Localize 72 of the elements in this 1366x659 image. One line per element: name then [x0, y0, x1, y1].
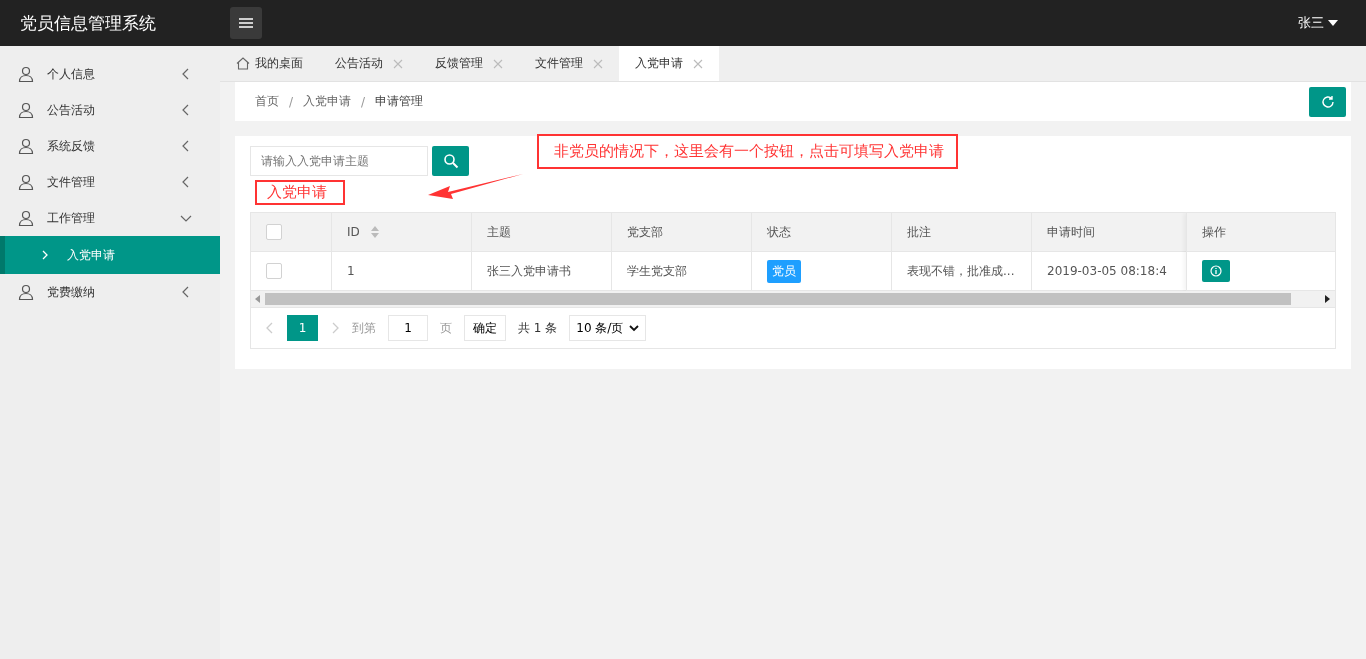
column-header: ID — [347, 225, 360, 239]
total-count: 共 1 条 — [518, 319, 558, 337]
sidebar-item[interactable]: 个人信息 — [0, 56, 220, 92]
table-cell: 2019-03-05 08:18:4 — [1047, 264, 1167, 278]
confirm-button[interactable]: 确定 — [464, 315, 506, 341]
prev-page-icon[interactable] — [265, 322, 275, 334]
close-icon[interactable] — [393, 58, 403, 69]
column-header: 党支部 — [627, 223, 663, 241]
search-icon — [442, 153, 459, 169]
table-cell: 张三入党申请书 — [487, 262, 571, 280]
goto-label: 到第 — [352, 319, 376, 337]
search-field[interactable]: 请输入入党申请主题 — [250, 146, 428, 176]
page-input[interactable]: 1 — [388, 315, 428, 341]
app-title: 党员信息管理系统 — [19, 11, 157, 35]
status-tag: 党员 — [767, 259, 801, 283]
annotation-label: 入党申请 — [255, 179, 345, 205]
user-menu[interactable]: 张三 — [1292, 13, 1344, 33]
scroll-left-icon[interactable] — [255, 295, 261, 303]
column-header: 状态 — [767, 223, 791, 241]
caret-icon — [1328, 20, 1338, 26]
breadcrumb-link[interactable]: 首页 — [255, 93, 279, 110]
close-icon[interactable] — [493, 58, 503, 69]
close-icon[interactable] — [593, 58, 603, 69]
sidebar-subitem[interactable]: 入党申请 — [0, 236, 220, 274]
sidebar-item[interactable]: 系统反馈 — [0, 128, 220, 164]
sidebar-item[interactable]: 公告活动 — [0, 92, 220, 128]
page-size-select[interactable]: 10 条/页 — [569, 315, 647, 341]
tab[interactable]: 我的桌面 — [220, 46, 319, 81]
checkbox[interactable] — [266, 224, 282, 240]
refresh-button[interactable] — [1309, 86, 1346, 117]
user-icon — [18, 138, 34, 154]
breadcrumb-separator: / — [289, 94, 294, 109]
user-icon — [18, 210, 34, 226]
search-button[interactable] — [432, 146, 469, 176]
details-button[interactable] — [1202, 260, 1230, 282]
menu-icon — [239, 18, 253, 28]
close-icon[interactable] — [693, 58, 703, 69]
table-cell: 表现不错，批准成... — [907, 262, 1015, 280]
user-icon — [18, 66, 34, 82]
annotation-note: 非党员的情况下，这里会有一个按钮，点击可填写入党申请 — [537, 134, 958, 169]
refresh-icon — [1320, 94, 1335, 109]
sort-icon[interactable] — [369, 225, 380, 239]
tab[interactable]: 文件管理 — [519, 46, 619, 81]
info-icon — [1210, 265, 1222, 277]
sidebar-item[interactable]: 工作管理 — [0, 200, 220, 236]
menu-button[interactable] — [230, 7, 262, 39]
user-icon — [18, 174, 34, 190]
user-icon — [18, 284, 34, 300]
chevron-down-icon — [629, 324, 640, 332]
user-icon — [18, 102, 34, 118]
sidebar-item[interactable]: 党费缴纳 — [0, 274, 220, 310]
tab[interactable]: 公告活动 — [319, 46, 419, 81]
sidebar-item[interactable]: 文件管理 — [0, 164, 220, 200]
checkbox[interactable] — [266, 263, 282, 279]
horizontal-scrollbar[interactable] — [251, 291, 1335, 308]
home-icon — [236, 57, 250, 70]
breadcrumb-link[interactable]: 入党申请 — [303, 93, 352, 110]
page-label: 页 — [440, 319, 452, 337]
breadcrumb-link[interactable]: 申请管理 — [375, 93, 424, 110]
column-header: 主题 — [487, 223, 511, 241]
chevron-right-icon — [41, 250, 49, 260]
next-page-icon[interactable] — [330, 322, 340, 334]
column-header: 批注 — [907, 223, 931, 241]
column-header: 操作 — [1202, 223, 1226, 241]
tab[interactable]: 入党申请 — [619, 46, 719, 81]
page-button[interactable]: 1 — [287, 315, 318, 341]
column-header: 申请时间 — [1047, 223, 1095, 241]
tab[interactable]: 反馈管理 — [419, 46, 519, 81]
scroll-right-icon[interactable] — [1325, 295, 1331, 303]
table-cell: 1 — [347, 264, 355, 278]
breadcrumb-separator: / — [361, 94, 366, 109]
table-cell: 学生党支部 — [627, 262, 687, 280]
